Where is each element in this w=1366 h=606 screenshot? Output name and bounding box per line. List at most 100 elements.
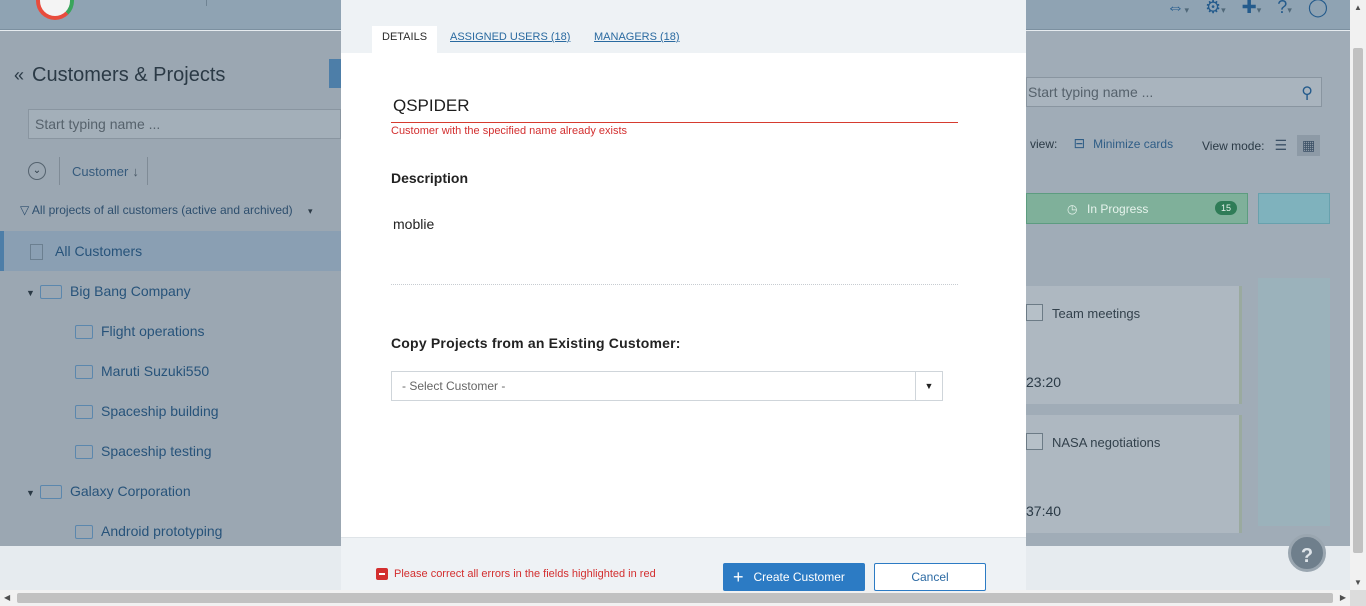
plus-icon: +: [733, 567, 744, 587]
sort-customer-button[interactable]: Customer: [72, 164, 128, 179]
top-bar-separator: [206, 0, 207, 6]
scroll-down-icon[interactable]: ▼: [1354, 578, 1362, 587]
filter-icon: ▽: [20, 203, 30, 217]
card-time: 37:40: [1026, 503, 1062, 519]
view-label: view:: [1030, 136, 1058, 151]
dialog-tabs: DETAILS ASSIGNED USERS (18) MANAGERS (18…: [341, 0, 1026, 53]
help-icon[interactable]: ?▾: [1277, 0, 1292, 17]
card-checkbox[interactable]: [1026, 304, 1043, 321]
project-icon: [75, 405, 93, 420]
scroll-thumb[interactable]: [17, 593, 1333, 603]
double-chevron-left-icon[interactable]: «: [14, 65, 24, 85]
sort-bar: ⌄ Customer ↓: [28, 157, 160, 185]
customer-search-input[interactable]: Start typing name ...: [28, 109, 341, 139]
caret-down-icon[interactable]: ▼: [26, 488, 40, 498]
chevron-down-icon[interactable]: ▼: [915, 372, 942, 400]
select-customer-dropdown[interactable]: - Select Customer - ▼: [391, 371, 943, 401]
search-icon[interactable]: ⚲: [1301, 83, 1313, 103]
scroll-up-icon[interactable]: ▲: [1354, 3, 1362, 12]
card-checkbox[interactable]: [1026, 433, 1043, 450]
tree-item-label: Galaxy Corporation: [70, 483, 191, 499]
page-title: « Customers & Projects: [14, 64, 225, 87]
horizontal-scrollbar[interactable]: ◀ ▶: [0, 590, 1350, 606]
top-bar-icons: ⇔▾ ⚙▾ ✚▾ ?▾ ◯: [1166, 0, 1328, 16]
tree-item-label: Maruti Suzuki550: [101, 363, 210, 379]
projects-filter[interactable]: ▽ All projects of all customers (active …: [20, 203, 313, 217]
status-column-next[interactable]: [1258, 193, 1330, 224]
project-search-input[interactable]: Start typing name ... ⚲: [1026, 77, 1322, 107]
divider: [59, 157, 60, 185]
status-label: In Progress: [1087, 201, 1149, 216]
scroll-left-icon[interactable]: ◀: [4, 593, 10, 602]
card-title: NASA negotiations: [1052, 435, 1161, 450]
description-label: Description: [391, 170, 469, 186]
caret-down-icon[interactable]: ▼: [26, 288, 40, 298]
tree-item-project[interactable]: Spaceship testing: [0, 431, 341, 471]
tree-item-label: Flight operations: [101, 323, 205, 339]
expand-all-icon[interactable]: ⌄: [28, 162, 46, 180]
create-customer-dialog: DETAILS ASSIGNED USERS (18) MANAGERS (18…: [341, 0, 1026, 591]
tree-item-label: Spaceship building: [101, 403, 219, 419]
add-customer-button[interactable]: [329, 59, 341, 88]
customers-panel: « Customers & Projects Start typing name …: [0, 31, 341, 546]
error-icon: [376, 568, 388, 580]
create-customer-button[interactable]: + Create Customer: [723, 563, 865, 591]
arrow-down-icon[interactable]: ↓: [132, 164, 139, 179]
dialog-footer: Please correct all errors in the fields …: [341, 537, 1026, 591]
grid-view-icon[interactable]: ▦: [1297, 135, 1321, 156]
minimize-icon[interactable]: ⊟: [1073, 135, 1085, 152]
tree-item-project[interactable]: Flight operations: [0, 311, 341, 351]
copy-projects-label: Copy Projects from an Existing Customer:: [391, 335, 681, 351]
lightbulb-icon[interactable]: ◯: [1308, 0, 1328, 16]
view-controls: view: ⊟ Minimize cards: [1030, 135, 1173, 152]
tree-item-label: Spaceship testing: [101, 443, 212, 459]
tree-item-all-customers[interactable]: All Customers: [0, 231, 341, 271]
status-column-in-progress[interactable]: ◷ In Progress 15: [1026, 193, 1248, 224]
scroll-thumb[interactable]: [1353, 48, 1363, 553]
view-mode-label: View mode:: [1202, 138, 1265, 153]
create-customer-label: Create Customer: [753, 570, 845, 584]
description-textarea[interactable]: moblie: [391, 206, 958, 285]
tree-item-customer[interactable]: ▼ Big Bang Company: [0, 271, 341, 311]
search-placeholder: Start typing name ...: [1028, 84, 1154, 100]
help-button[interactable]: ?: [1288, 534, 1326, 572]
list-view-icon[interactable]: ☰: [1274, 137, 1287, 154]
chevron-down-icon: ▾: [308, 206, 313, 216]
tree-item-label: Android prototyping: [101, 523, 223, 539]
app-logo[interactable]: [36, 0, 74, 20]
project-card[interactable]: NASA negotiations 37:40: [1026, 415, 1242, 533]
tab-details[interactable]: DETAILS: [372, 26, 438, 53]
card-title: Team meetings: [1052, 306, 1141, 321]
project-icon: [75, 325, 93, 340]
vertical-scrollbar[interactable]: ▲ ▼: [1350, 0, 1366, 590]
tab-assigned-users[interactable]: ASSIGNED USERS (18): [450, 26, 570, 53]
customer-name-input[interactable]: QSPIDER: [391, 92, 958, 123]
next-status-column: [1258, 278, 1330, 526]
project-icon: [75, 365, 93, 380]
customer-tree: All Customers ▼ Big Bang Company Flight …: [0, 231, 341, 551]
tab-managers[interactable]: MANAGERS (18): [594, 26, 680, 53]
project-icon: [75, 445, 93, 460]
divider: [146, 157, 148, 185]
puzzle-icon[interactable]: ✚▾: [1242, 0, 1262, 17]
time-track-icon[interactable]: ⇔▾: [1166, 0, 1189, 17]
tree-item-project[interactable]: Maruti Suzuki550: [0, 351, 341, 391]
page-title-text: Customers & Projects: [32, 64, 226, 86]
projects-board: Start typing name ... ⚲ view: ⊟ Minimize…: [1026, 31, 1350, 546]
view-mode-controls: View mode: ☰ ▦: [1202, 135, 1321, 156]
tree-item-project[interactable]: Spaceship building: [0, 391, 341, 431]
tree-item-label: All Customers: [55, 243, 143, 259]
status-count-badge: 15: [1214, 201, 1237, 215]
scroll-right-icon[interactable]: ▶: [1340, 593, 1346, 602]
form-error-text: Please correct all errors in the fields …: [394, 568, 656, 580]
project-card[interactable]: Team meetings 23:20: [1026, 286, 1242, 404]
select-value: - Select Customer -: [402, 379, 506, 393]
card-time: 23:20: [1026, 374, 1062, 390]
minimize-cards-link[interactable]: Minimize cards: [1093, 137, 1173, 151]
document-icon: [30, 243, 43, 260]
cancel-button[interactable]: Cancel: [874, 563, 986, 591]
tree-item-customer[interactable]: ▼ Galaxy Corporation: [0, 471, 341, 511]
gear-icon[interactable]: ⚙▾: [1205, 0, 1226, 17]
tree-item-project[interactable]: Android prototyping: [0, 511, 341, 551]
customer-folder-icon: [40, 485, 62, 500]
